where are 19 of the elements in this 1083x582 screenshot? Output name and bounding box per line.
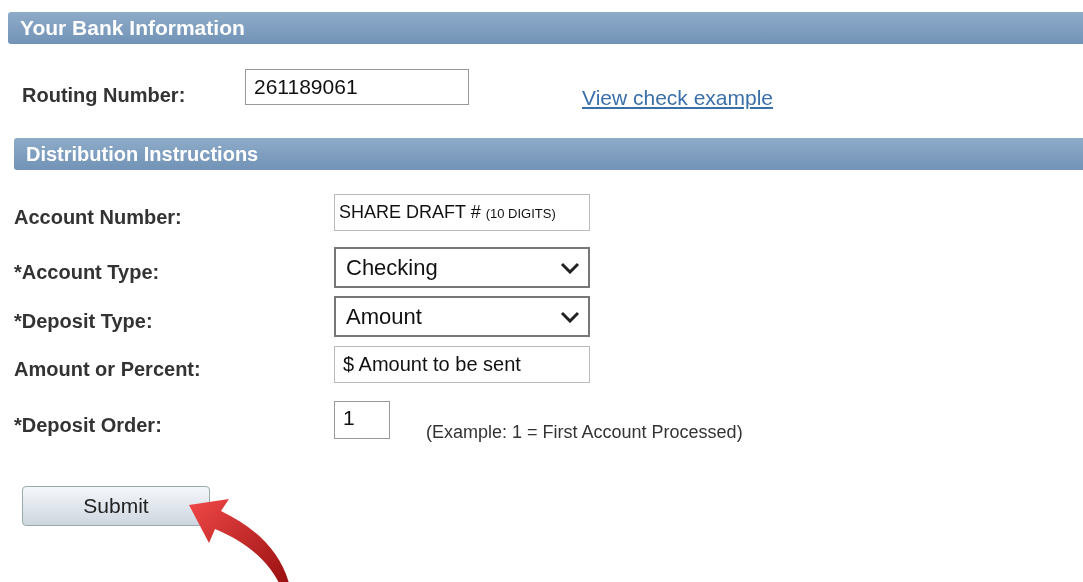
field-label: *Deposit Order: — [14, 412, 163, 437]
submit-button[interactable]: Submit — [22, 486, 210, 526]
field-label: Routing Number: — [22, 83, 187, 107]
link[interactable]: View check example — [582, 86, 774, 110]
input-field[interactable]: 1 — [334, 401, 390, 439]
section-header: Your Bank Information — [8, 12, 1083, 44]
field-label: *Account Type: — [14, 260, 161, 284]
field-label: *Deposit Type: — [14, 309, 154, 333]
dropdown[interactable]: Amount — [334, 296, 590, 337]
input-field[interactable]: 261189061 — [245, 69, 469, 105]
input-field[interactable]: SHARE DRAFT # (10 DIGITS) — [334, 193, 590, 231]
chevron-icon — [560, 310, 580, 323]
field-label: Account Number: — [14, 204, 183, 229]
section-header: Distribution Instructions — [14, 138, 1083, 170]
input-field[interactable]: $ Amount to be sent — [334, 345, 590, 383]
field-label: Amount or Percent: — [14, 356, 202, 381]
chevron-icon — [560, 261, 580, 274]
dropdown[interactable]: Checking — [334, 247, 590, 288]
hint-text: (Example: 1 = First Account Processed) — [426, 421, 743, 443]
